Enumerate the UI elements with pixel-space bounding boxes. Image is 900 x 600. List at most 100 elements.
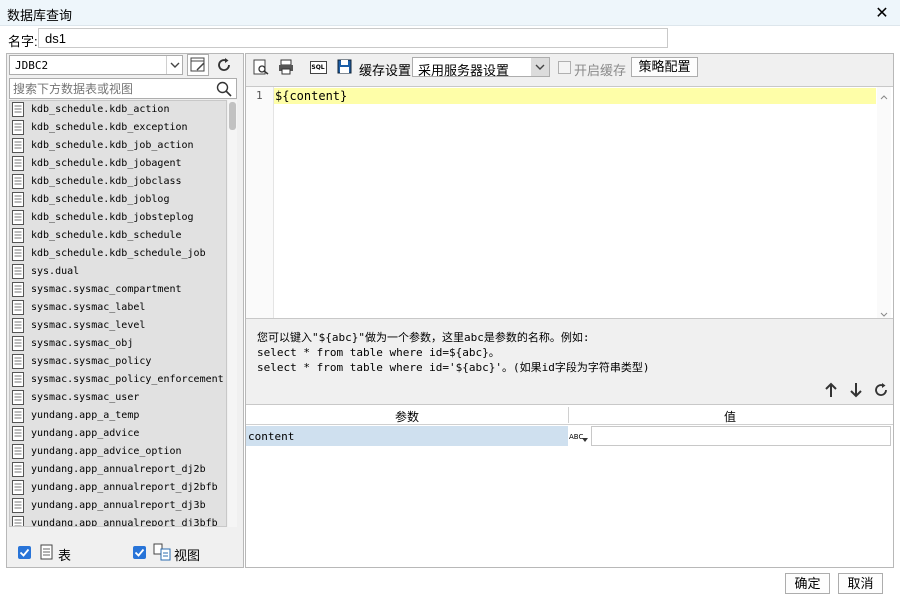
table-icon bbox=[12, 408, 24, 426]
scrollbar-thumb[interactable] bbox=[229, 102, 236, 130]
table-name: kdb_schedule.kdb_action bbox=[31, 104, 170, 115]
table-icon bbox=[12, 426, 24, 444]
table-icon bbox=[12, 480, 24, 498]
right-panel: SQL 缓存设置 采用服务器设置 开启缓存 策略配置 1 ${content} … bbox=[245, 53, 894, 568]
list-item[interactable]: kdb_schedule.kdb_schedule_job bbox=[10, 245, 226, 263]
params-header: 参数 值 bbox=[246, 405, 893, 425]
hint-line-1: 您可以键入"${abc}"做为一个参数，这里abc是参数的名称。例如: bbox=[257, 331, 590, 344]
title-bar: 数据库查询 ✕ bbox=[0, 0, 900, 26]
filter-view-checkbox[interactable] bbox=[133, 546, 146, 559]
table-icon bbox=[12, 318, 24, 336]
table-name: yundang.app_advice bbox=[31, 428, 140, 439]
list-item[interactable]: kdb_schedule.kdb_jobagent bbox=[10, 155, 226, 173]
sql-icon[interactable]: SQL bbox=[307, 57, 329, 77]
list-item[interactable]: yundang.app_annualreport_dj2bfb bbox=[10, 479, 226, 497]
table-icon bbox=[12, 228, 24, 246]
list-item[interactable]: kdb_schedule.kdb_job_action bbox=[10, 137, 226, 155]
ok-button[interactable]: 确定 bbox=[785, 573, 830, 594]
list-item[interactable]: sysmac.sysmac_level bbox=[10, 317, 226, 335]
hint-line-2: select * from table where id=${abc}。 bbox=[257, 346, 500, 359]
line-number: 1 bbox=[256, 89, 263, 102]
arrow-up-icon[interactable] bbox=[822, 381, 840, 399]
table-icon bbox=[12, 372, 24, 390]
enable-cache-checkbox[interactable] bbox=[558, 61, 571, 74]
list-item[interactable]: yundang.app_annualreport_dj3b bbox=[10, 497, 226, 515]
editor-scrollbar[interactable] bbox=[877, 87, 891, 318]
current-line-highlight bbox=[274, 88, 876, 104]
view-icon bbox=[153, 543, 171, 564]
list-item[interactable]: sysmac.sysmac_user bbox=[10, 389, 226, 407]
table-name: kdb_schedule.kdb_joblog bbox=[31, 194, 170, 205]
table-icon bbox=[12, 174, 24, 192]
table-icon bbox=[12, 300, 24, 318]
list-item[interactable]: yundang.app_annualreport_dj2b bbox=[10, 461, 226, 479]
list-item[interactable]: kdb_schedule.kdb_jobclass bbox=[10, 173, 226, 191]
table-name: sysmac.sysmac_policy_enforcement bbox=[31, 374, 224, 385]
window-title: 数据库查询 bbox=[7, 8, 73, 23]
cache-mode-select[interactable]: 采用服务器设置 bbox=[412, 57, 550, 78]
list-item[interactable]: sysmac.sysmac_label bbox=[10, 299, 226, 317]
list-item[interactable]: kdb_schedule.kdb_exception bbox=[10, 119, 226, 137]
chevron-down-icon bbox=[531, 58, 549, 76]
table-icon bbox=[12, 462, 24, 480]
table-icon bbox=[12, 516, 24, 526]
table-name: sysmac.sysmac_policy bbox=[31, 356, 152, 367]
table-name: yundang.app_annualreport_dj3bfb bbox=[31, 518, 218, 527]
refresh-params-icon[interactable] bbox=[872, 381, 890, 399]
list-item[interactable]: sys.dual bbox=[10, 263, 226, 281]
list-item[interactable]: kdb_schedule.kdb_action bbox=[10, 101, 226, 119]
connection-value: JDBC2 bbox=[15, 59, 49, 72]
preview-icon[interactable] bbox=[251, 57, 271, 77]
table-icon bbox=[12, 246, 24, 264]
search-icon[interactable] bbox=[216, 81, 232, 100]
table-row[interactable]: content ABC bbox=[246, 426, 893, 446]
param-name-cell[interactable]: content bbox=[246, 426, 568, 446]
table-name: sysmac.sysmac_user bbox=[31, 392, 140, 403]
table-icon bbox=[12, 120, 24, 138]
table-icon bbox=[12, 102, 24, 120]
cache-settings-icon[interactable] bbox=[335, 57, 355, 77]
name-input[interactable] bbox=[38, 28, 668, 48]
filter-table-checkbox[interactable] bbox=[18, 546, 31, 559]
enable-cache-label: 开启缓存 bbox=[574, 63, 627, 78]
cancel-button[interactable]: 取消 bbox=[838, 573, 883, 594]
table-name: sysmac.sysmac_label bbox=[31, 302, 146, 313]
sql-code[interactable]: ${content} bbox=[275, 89, 347, 103]
list-item[interactable]: yundang.app_annualreport_dj3bfb bbox=[10, 515, 226, 527]
table-search-input[interactable] bbox=[13, 80, 208, 97]
close-icon[interactable]: ✕ bbox=[874, 3, 890, 23]
list-item[interactable]: yundang.app_advice bbox=[10, 425, 226, 443]
refresh-icon[interactable] bbox=[213, 54, 235, 76]
line-gutter: 1 bbox=[246, 87, 274, 318]
list-item[interactable]: sysmac.sysmac_compartment bbox=[10, 281, 226, 299]
table-search[interactable] bbox=[9, 78, 237, 99]
list-item[interactable]: kdb_schedule.kdb_schedule bbox=[10, 227, 226, 245]
param-type-cell[interactable]: ABC bbox=[568, 426, 590, 446]
col-value-header[interactable]: 值 bbox=[569, 408, 891, 425]
connection-select[interactable]: JDBC2 bbox=[9, 55, 183, 75]
table-icon bbox=[12, 192, 24, 210]
sql-editor[interactable]: 1 ${content} bbox=[246, 86, 893, 319]
table-icon bbox=[12, 156, 24, 174]
table-icon bbox=[12, 354, 24, 372]
chevron-down-icon[interactable] bbox=[880, 307, 888, 321]
edit-connection-icon[interactable] bbox=[187, 54, 209, 76]
list-item[interactable]: yundang.app_advice_option bbox=[10, 443, 226, 461]
list-item[interactable]: sysmac.sysmac_policy bbox=[10, 353, 226, 371]
name-label: 名字: bbox=[8, 34, 38, 49]
list-item[interactable]: kdb_schedule.kdb_joblog bbox=[10, 191, 226, 209]
list-item[interactable]: sysmac.sysmac_policy_enforcement bbox=[10, 371, 226, 389]
table-list-scrollbar[interactable] bbox=[228, 100, 237, 527]
strategy-button[interactable]: 策略配置 bbox=[631, 57, 698, 77]
table-name: kdb_schedule.kdb_jobclass bbox=[31, 176, 182, 187]
arrow-down-icon[interactable] bbox=[847, 381, 865, 399]
print-icon[interactable] bbox=[276, 57, 296, 77]
chevron-up-icon[interactable] bbox=[880, 89, 888, 103]
list-item[interactable]: sysmac.sysmac_obj bbox=[10, 335, 226, 353]
list-item[interactable]: kdb_schedule.kdb_jobsteplog bbox=[10, 209, 226, 227]
table-icon bbox=[12, 138, 24, 156]
list-item[interactable]: yundang.app_a_temp bbox=[10, 407, 226, 425]
param-value-input[interactable] bbox=[591, 426, 891, 446]
col-param-header[interactable]: 参数 bbox=[246, 408, 568, 425]
table-icon bbox=[12, 210, 24, 228]
